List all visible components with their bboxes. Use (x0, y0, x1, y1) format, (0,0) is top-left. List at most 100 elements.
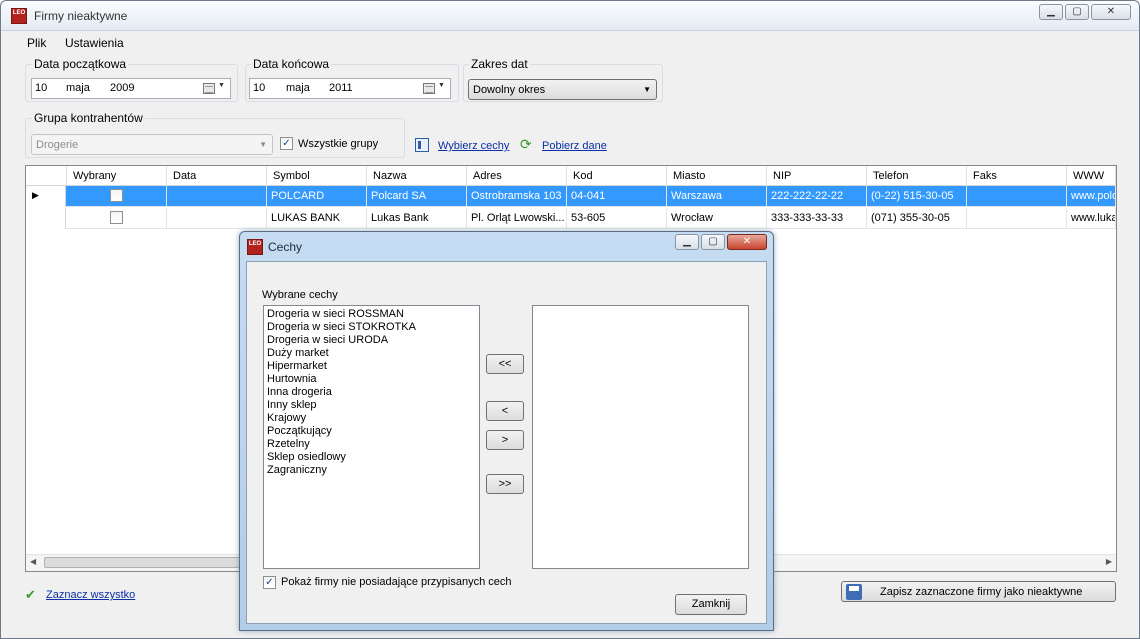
header-www[interactable]: WWW (1067, 166, 1116, 186)
list-item[interactable]: Duży market (264, 347, 479, 360)
minimize-icon[interactable]: ▁ (1039, 4, 1063, 20)
floppy-disk-icon (846, 584, 862, 600)
close-icon[interactable]: ✕ (727, 234, 767, 250)
remove-all-button[interactable]: << (486, 354, 524, 374)
cell-data (167, 186, 267, 207)
cell-symbol: POLCARD (267, 186, 367, 207)
maximize-icon[interactable]: ▢ (701, 234, 725, 250)
refresh-icon[interactable]: ⟳ (520, 136, 532, 153)
row-select-checkbox[interactable] (110, 211, 123, 224)
header-adres[interactable]: Adres (467, 166, 567, 186)
header-wybrany[interactable]: Wybrany (67, 166, 167, 186)
close-icon[interactable]: ✕ (1091, 4, 1131, 20)
window-title: Firmy nieaktywne (34, 9, 128, 23)
calendar-icon[interactable] (423, 83, 435, 94)
header-miasto[interactable]: Miasto (667, 166, 767, 186)
cell-adres: Pl. Orląt Lwowski... (467, 208, 567, 229)
remove-button[interactable]: < (486, 401, 524, 421)
window-controls: ▁ ▢ ✕ (1039, 4, 1131, 20)
cell-kod: 04-041 (567, 186, 667, 207)
date-start-year: 2009 (110, 82, 135, 94)
cell-nip: 333-333-33-33 (767, 208, 867, 229)
cell-wybrany[interactable] (67, 208, 167, 229)
date-range-label: Zakres dat (469, 57, 530, 71)
available-features-list[interactable]: Drogeria w sieci ROSSMAN Drogeria w sieci… (263, 305, 480, 569)
header-nazwa[interactable]: Nazwa (367, 166, 467, 186)
date-end-year: 2011 (329, 82, 353, 94)
save-inactive-label: Zapisz zaznaczone firmy jako nieaktywne (880, 586, 1083, 598)
header-symbol[interactable]: Symbol (267, 166, 367, 186)
add-button[interactable]: > (486, 430, 524, 450)
list-item[interactable]: Krajowy (264, 412, 479, 425)
features-list-label: Wybrane cechy (262, 289, 338, 301)
cell-nip: 222-222-22-22 (767, 186, 867, 207)
maximize-icon[interactable]: ▢ (1065, 4, 1089, 20)
menu-ustawienia[interactable]: Ustawienia (65, 36, 124, 50)
date-start-day: 10 (35, 82, 48, 94)
list-item[interactable]: Zagraniczny (264, 464, 479, 477)
list-item[interactable]: Inna drogeria (264, 386, 479, 399)
list-item[interactable]: Początkujący (264, 425, 479, 438)
date-start-picker[interactable]: 10 maja 2009 ▼ (31, 78, 231, 99)
header-faks[interactable]: Faks (967, 166, 1067, 186)
select-all-link[interactable]: Zaznacz wszystko (46, 589, 135, 601)
header-rowhead (26, 166, 67, 186)
row-header[interactable] (26, 208, 66, 229)
list-item[interactable]: Drogeria w sieci STOKROTKA (264, 321, 479, 334)
dialog-window-controls: ▁ ▢ ✕ (675, 234, 767, 250)
header-data[interactable]: Data (167, 166, 267, 186)
row-header[interactable]: ▶ (26, 186, 66, 207)
header-telefon[interactable]: Telefon (867, 166, 967, 186)
calendar-icon[interactable] (203, 83, 215, 94)
date-range-select[interactable]: Dowolny okres ▼ (468, 79, 657, 100)
grid-header: Wybrany Data Symbol Nazwa Adres Kod Mias… (26, 166, 1116, 186)
chevron-down-icon[interactable]: ▼ (218, 82, 225, 89)
cell-faks (967, 186, 1067, 207)
row-select-checkbox[interactable] (110, 189, 123, 202)
list-item[interactable]: Drogeria w sieci URODA (264, 334, 479, 347)
chevron-down-icon[interactable]: ▼ (438, 82, 445, 89)
select-features-link[interactable]: Wybierz cechy (438, 140, 509, 152)
features-icon[interactable] (415, 138, 429, 152)
show-without-features-checkbox[interactable]: ✓ (263, 576, 276, 589)
contractor-group-label: Grupa kontrahentów (32, 111, 145, 125)
fetch-data-link[interactable]: Pobierz dane (542, 140, 607, 152)
show-without-features-label: Pokaż firmy nie posiadające przypisanych… (281, 576, 512, 588)
list-item[interactable]: Inny sklep (264, 399, 479, 412)
menu-bar: Plik Ustawienia (1, 32, 1139, 54)
header-nip[interactable]: NIP (767, 166, 867, 186)
cell-faks (967, 208, 1067, 229)
list-item[interactable]: Hipermarket (264, 360, 479, 373)
cell-miasto: Warszawa (667, 186, 767, 207)
header-kod[interactable]: Kod (567, 166, 667, 186)
title-bar: LEO Firmy nieaktywne ▁ ▢ ✕ (1, 1, 1139, 31)
minimize-icon[interactable]: ▁ (675, 234, 699, 250)
list-item[interactable]: Drogeria w sieci ROSSMAN (264, 308, 479, 321)
table-row[interactable]: ▶ POLCARD Polcard SA Ostrobramska 103 04… (26, 186, 1116, 207)
save-inactive-button[interactable]: Zapisz zaznaczone firmy jako nieaktywne (841, 581, 1116, 602)
date-end-picker[interactable]: 10 maja 2011 ▼ (249, 78, 451, 99)
app-logo-icon: LEO (11, 8, 27, 24)
dialog-title: Cechy (268, 240, 303, 254)
cell-nazwa: Polcard SA (367, 186, 467, 207)
menu-plik[interactable]: Plik (27, 36, 46, 50)
table-row[interactable]: LUKAS BANK Lukas Bank Pl. Orląt Lwowski.… (26, 208, 1116, 229)
add-all-button[interactable]: >> (486, 474, 524, 494)
scroll-right-icon[interactable]: ▶ (1106, 557, 1112, 566)
list-item[interactable]: Hurtownia (264, 373, 479, 386)
features-dialog: LEO Cechy ▁ ▢ ✕ Wybrane cechy Drogeria w… (239, 231, 774, 631)
selected-features-list[interactable] (532, 305, 749, 569)
cell-telefon: (0-22) 515-30-05 (867, 186, 967, 207)
scroll-thumb[interactable] (44, 557, 244, 568)
list-item[interactable]: Sklep osiedlowy (264, 451, 479, 464)
scroll-left-icon[interactable]: ◀ (30, 557, 36, 566)
all-groups-checkbox[interactable]: ✓ (280, 137, 293, 150)
contractor-group-select[interactable]: Drogerie ▼ (31, 134, 273, 155)
date-start-label: Data początkowa (32, 57, 129, 71)
close-button[interactable]: Zamknij (675, 594, 747, 615)
list-item[interactable]: Rzetelny (264, 438, 479, 451)
current-row-icon: ▶ (32, 190, 39, 200)
contractor-group-value: Drogerie (36, 139, 79, 151)
cell-wybrany[interactable] (67, 186, 167, 207)
cell-telefon: (071) 355-30-05 (867, 208, 967, 229)
